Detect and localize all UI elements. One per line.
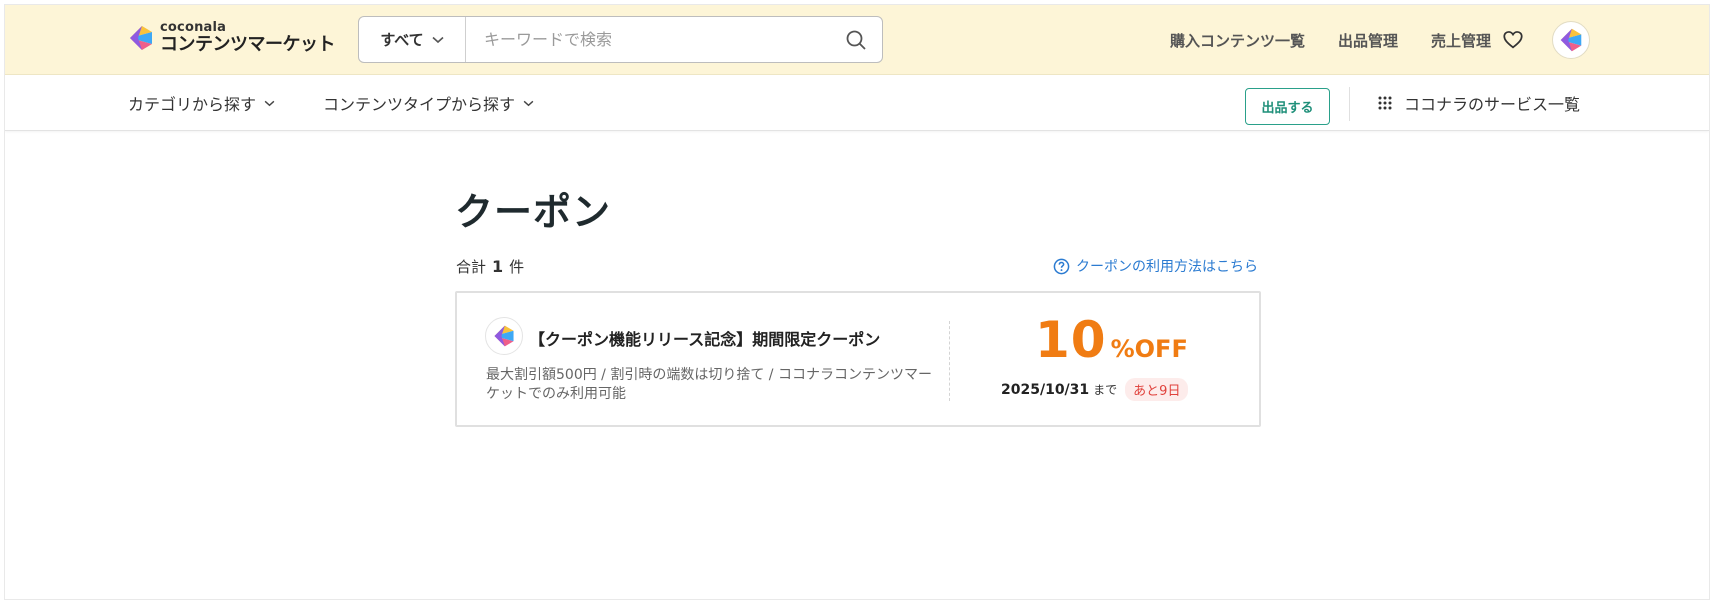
sell-button[interactable]: 出品する: [1245, 88, 1330, 125]
page-frame: coconala コンテンツマーケット すべて 購入コンテンツ一覧 出品管理 売…: [4, 4, 1710, 600]
total-prefix: 合計: [456, 258, 487, 276]
total-suffix: 件: [509, 258, 525, 276]
total-count: 合計 1 件: [456, 256, 524, 277]
logo-big-text: コンテンツマーケット: [160, 34, 336, 55]
grid-icon: [1378, 96, 1392, 110]
search-button[interactable]: [830, 17, 882, 62]
coconala-avatar-icon: [1560, 28, 1582, 52]
discount-value: 10: [1035, 311, 1107, 369]
help-icon: [1053, 258, 1070, 274]
coupon-divider: [949, 321, 950, 401]
top-header: coconala コンテンツマーケット すべて 購入コンテンツ一覧 出品管理 売…: [5, 5, 1709, 75]
browse-by-content-type[interactable]: コンテンツタイプから探す: [323, 75, 534, 131]
discount-off: OFF: [1134, 335, 1188, 363]
total-number: 1: [492, 257, 504, 276]
howto-label: クーポンの利用方法はこちら: [1076, 259, 1258, 275]
nav-listing-management[interactable]: 出品管理: [1338, 30, 1398, 51]
chevron-down-icon: [264, 100, 275, 106]
heart-icon[interactable]: [1502, 29, 1524, 51]
search-category-dropdown[interactable]: すべて: [359, 17, 466, 62]
expiry-suffix: まで: [1093, 383, 1118, 397]
search-category-label: すべて: [380, 31, 424, 49]
nav-sales-management[interactable]: 売上管理: [1431, 30, 1491, 51]
coupon-title: 【クーポン機能リリース記念】期間限定クーポン: [529, 330, 881, 349]
nav-purchased-contents[interactable]: 購入コンテンツ一覧: [1170, 30, 1305, 51]
top-nav: 購入コンテンツ一覧 出品管理 売上管理: [1170, 5, 1491, 75]
coconala-services-menu[interactable]: ココナラのサービス一覧: [1378, 75, 1580, 131]
chevron-down-icon: [432, 36, 444, 43]
site-logo[interactable]: coconala コンテンツマーケット: [126, 20, 336, 55]
coconala-logo-icon: [130, 25, 152, 50]
browse-by-content-type-label: コンテンツタイプから探す: [323, 95, 516, 114]
coupon-discount: 10 % OFF: [1035, 315, 1188, 365]
remaining-days-badge: あと9日: [1125, 378, 1189, 401]
discount-unit: %: [1110, 335, 1135, 363]
search-icon: [846, 30, 866, 50]
coupon-logo: [485, 317, 523, 355]
services-label: ココナラのサービス一覧: [1404, 95, 1581, 114]
search-input[interactable]: [466, 17, 830, 62]
sub-nav: カテゴリから探す コンテンツタイプから探す 出品する ココナラのサービス一覧: [5, 75, 1709, 131]
coconala-logo-icon: [494, 325, 514, 347]
search-bar: すべて: [358, 16, 883, 63]
expiry-date: 2025/10/31: [1001, 381, 1090, 398]
browse-by-category-label: カテゴリから探す: [128, 95, 257, 114]
coupon-howto-link[interactable]: クーポンの利用方法はこちら: [1053, 256, 1258, 276]
page-title: クーポン: [455, 190, 612, 234]
coupon-expiry: 2025/10/31 まで あと9日: [1001, 378, 1189, 401]
logo-small-text: coconala: [160, 20, 227, 35]
user-avatar[interactable]: [1552, 21, 1590, 59]
coupon-card[interactable]: 【クーポン機能リリース記念】期間限定クーポン 最大割引額500円 / 割引時の端…: [455, 291, 1261, 427]
divider: [1349, 87, 1350, 121]
browse-by-category[interactable]: カテゴリから探す: [128, 75, 275, 131]
chevron-down-icon: [523, 100, 534, 106]
coupon-description: 最大割引額500円 / 割引時の端数は切り捨て / ココナラコンテンツマーケット…: [486, 367, 932, 402]
